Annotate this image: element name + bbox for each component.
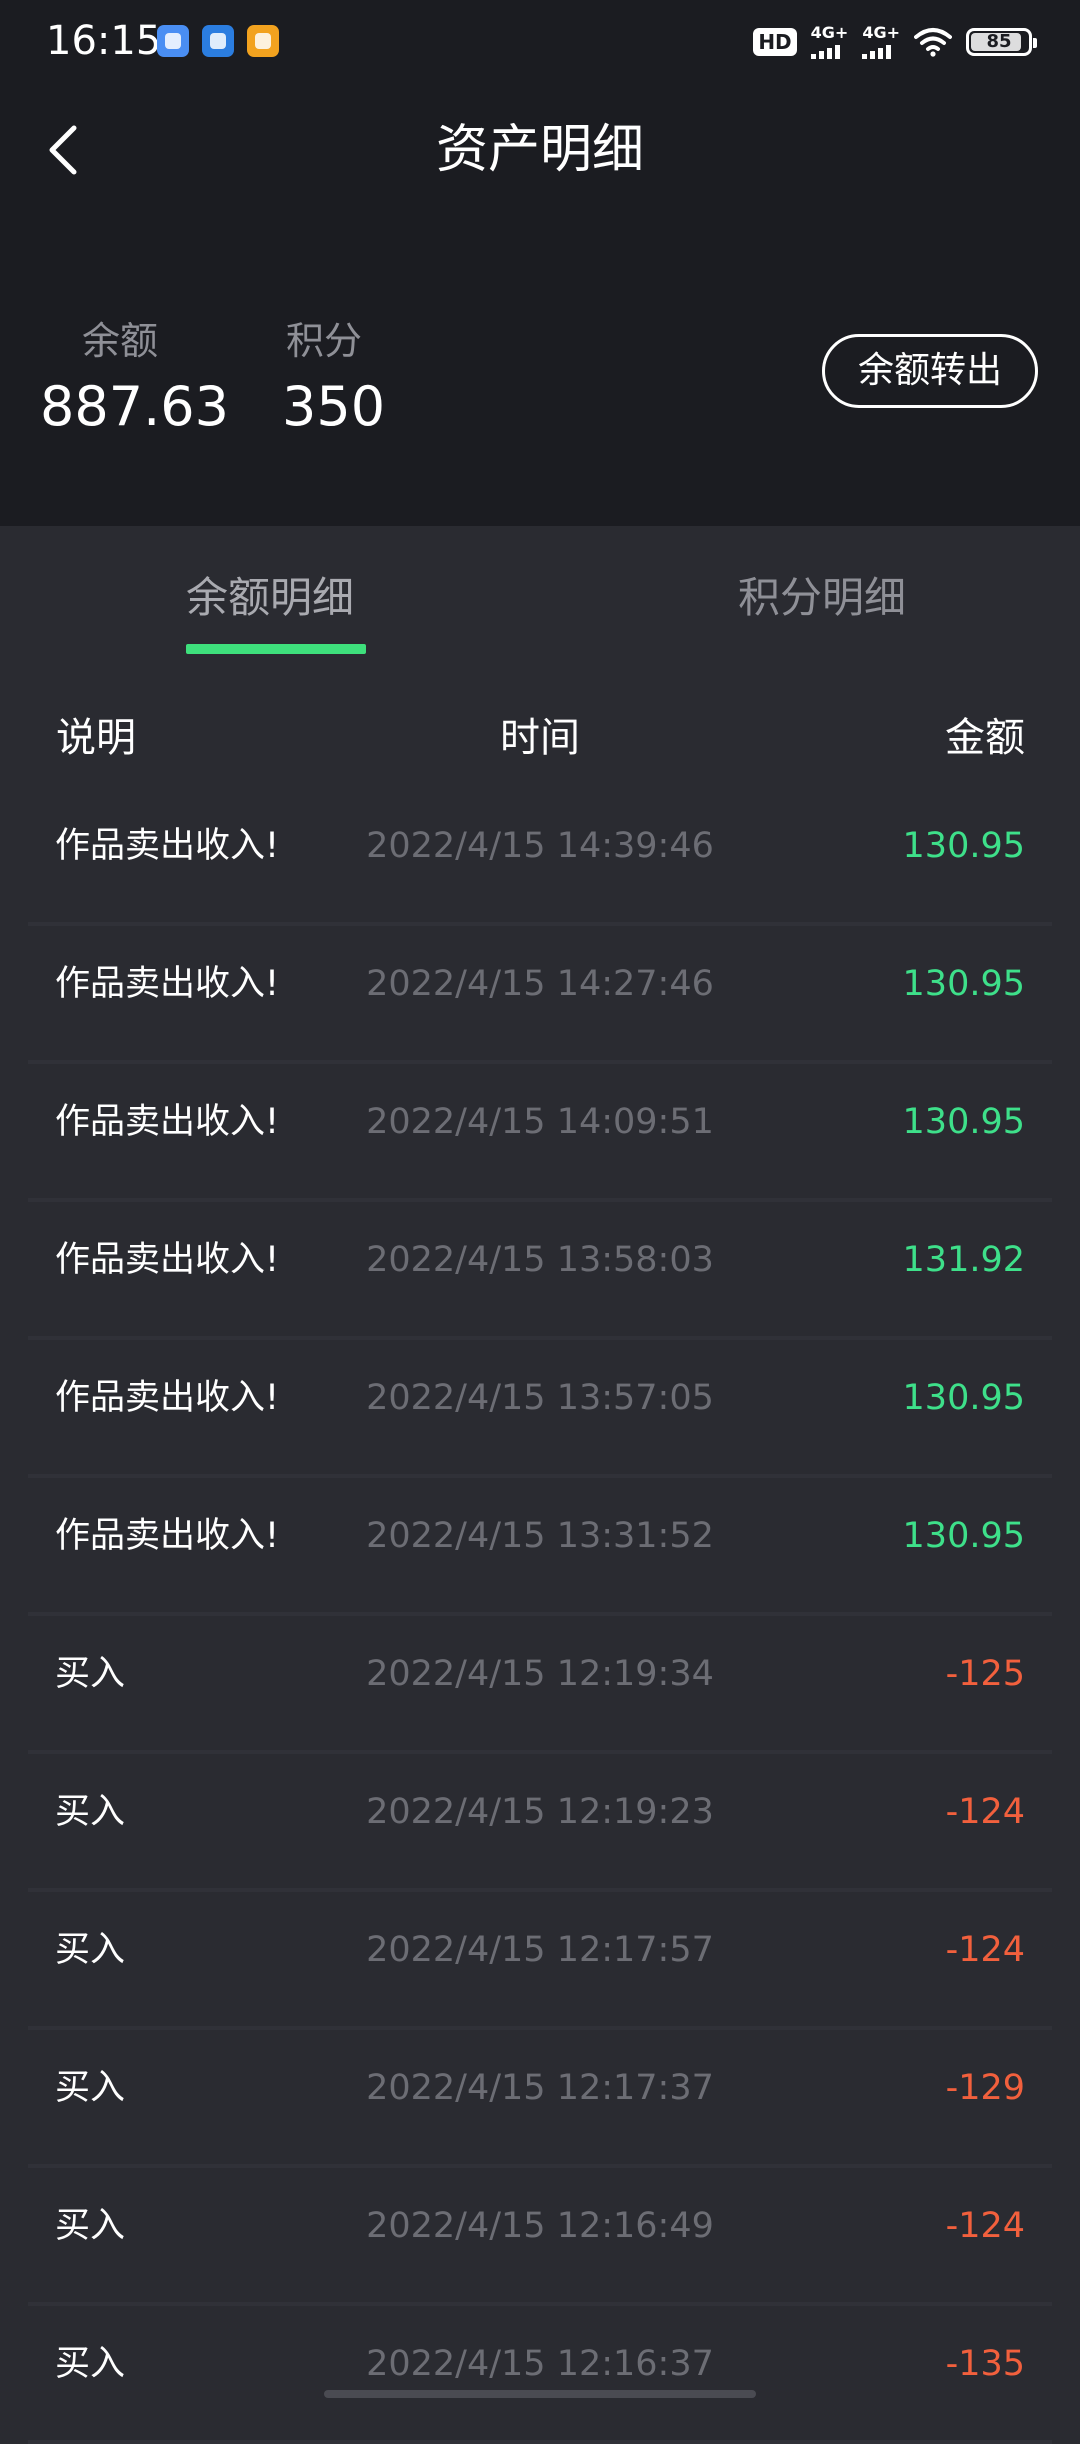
battery-level: 85 bbox=[986, 31, 1012, 52]
column-header-time: 时间 bbox=[500, 715, 580, 761]
transfer-out-button[interactable]: 余额转出 bbox=[822, 334, 1038, 408]
column-header-amount: 金额 bbox=[945, 715, 1025, 761]
row-amount: 130.95 bbox=[902, 1102, 1025, 1142]
table-row[interactable]: 买入 2022/4/15 12:16:37 -135 bbox=[28, 2306, 1052, 2444]
active-tab-indicator bbox=[186, 644, 366, 654]
tab-balance-detail[interactable]: 余额明细 bbox=[186, 568, 354, 628]
wifi-icon bbox=[914, 28, 952, 57]
table-row[interactable]: 作品卖出收入! 2022/4/15 13:57:05 130.95 bbox=[28, 1340, 1052, 1478]
table-row[interactable]: 买入 2022/4/15 12:19:23 -124 bbox=[28, 1754, 1052, 1892]
transaction-list: 作品卖出收入! 2022/4/15 14:39:46 130.95 作品卖出收入! 20… bbox=[28, 788, 1052, 2444]
home-indicator bbox=[324, 2390, 756, 2398]
table-row[interactable]: 作品卖出收入! 2022/4/15 14:09:51 130.95 bbox=[28, 1064, 1052, 1202]
row-time: 2022/4/15 12:17:57 bbox=[366, 1930, 714, 1970]
table-row[interactable]: 买入 2022/4/15 12:17:37 -129 bbox=[28, 2030, 1052, 2168]
row-amount: 130.95 bbox=[902, 826, 1025, 866]
row-amount: 130.95 bbox=[902, 1516, 1025, 1556]
row-time: 2022/4/15 14:39:46 bbox=[366, 826, 714, 866]
table-row[interactable]: 买入 2022/4/15 12:16:49 -124 bbox=[28, 2168, 1052, 2306]
table-row[interactable]: 买入 2022/4/15 12:19:34 -125 bbox=[28, 1616, 1052, 1754]
table-header: 说明 时间 金额 bbox=[0, 700, 1080, 776]
row-time: 2022/4/15 12:19:34 bbox=[366, 1654, 714, 1694]
row-time: 2022/4/15 12:17:37 bbox=[366, 2068, 714, 2108]
balance-label: 余额 bbox=[81, 319, 158, 363]
asset-header-panel: 16:15 HD 4G+ 4G+ 85 资产明细 余额 887.63 积分 35… bbox=[0, 0, 1080, 526]
battery-icon: 85 bbox=[966, 28, 1037, 56]
row-amount: 131.92 bbox=[902, 1240, 1025, 1280]
network-type-label: 4G+ bbox=[810, 23, 849, 42]
points-value: 350 bbox=[282, 375, 386, 438]
row-time: 2022/4/15 13:57:05 bbox=[366, 1378, 714, 1418]
table-row[interactable]: 作品卖出收入! 2022/4/15 13:58:03 131.92 bbox=[28, 1202, 1052, 1340]
row-time: 2022/4/15 14:09:51 bbox=[366, 1102, 714, 1142]
status-bar: 16:15 HD 4G+ 4G+ 85 bbox=[0, 0, 1080, 82]
row-time: 2022/4/15 14:27:46 bbox=[366, 964, 714, 1004]
page-title: 资产明细 bbox=[435, 120, 644, 180]
row-amount: -124 bbox=[945, 1930, 1025, 1970]
hd-voice-icon: HD bbox=[753, 28, 797, 56]
row-time: 2022/4/15 13:58:03 bbox=[366, 1240, 714, 1280]
signal-icon: 4G+ bbox=[862, 25, 900, 59]
table-row[interactable]: 作品卖出收入! 2022/4/15 14:27:46 130.95 bbox=[28, 926, 1052, 1064]
row-time: 2022/4/15 12:19:23 bbox=[366, 1792, 714, 1832]
table-row[interactable]: 作品卖出收入! 2022/4/15 13:31:52 130.95 bbox=[28, 1478, 1052, 1616]
baidu-icon bbox=[157, 25, 189, 57]
table-row[interactable]: 买入 2022/4/15 12:17:57 -124 bbox=[28, 1892, 1052, 2030]
tab-points-detail[interactable]: 积分明细 bbox=[738, 568, 906, 628]
status-time: 16:15 bbox=[46, 18, 162, 64]
row-amount: -129 bbox=[945, 2068, 1025, 2108]
points-label: 积分 bbox=[285, 319, 362, 363]
row-amount: -135 bbox=[945, 2344, 1025, 2384]
row-amount: -125 bbox=[945, 1654, 1025, 1694]
tower-icon bbox=[202, 25, 234, 57]
row-time: 2022/4/15 12:16:49 bbox=[366, 2206, 714, 2246]
row-amount: -124 bbox=[945, 2206, 1025, 2246]
network-type-label: 4G+ bbox=[862, 23, 900, 42]
row-amount: -124 bbox=[945, 1792, 1025, 1832]
table-row[interactable]: 作品卖出收入! 2022/4/15 14:39:46 130.95 bbox=[28, 788, 1052, 926]
signal-icon: 4G+ bbox=[810, 23, 849, 59]
row-time: 2022/4/15 12:16:37 bbox=[366, 2344, 714, 2384]
status-indicators: HD 4G+ 4G+ 85 bbox=[753, 22, 1037, 62]
mail-icon bbox=[247, 25, 279, 57]
balance-value: 887.63 bbox=[40, 375, 229, 438]
detail-tabs: 余额明细 积分明细 bbox=[0, 526, 1080, 660]
row-amount: 130.95 bbox=[902, 1378, 1025, 1418]
row-time: 2022/4/15 13:31:52 bbox=[366, 1516, 714, 1556]
row-amount: 130.95 bbox=[902, 964, 1025, 1004]
